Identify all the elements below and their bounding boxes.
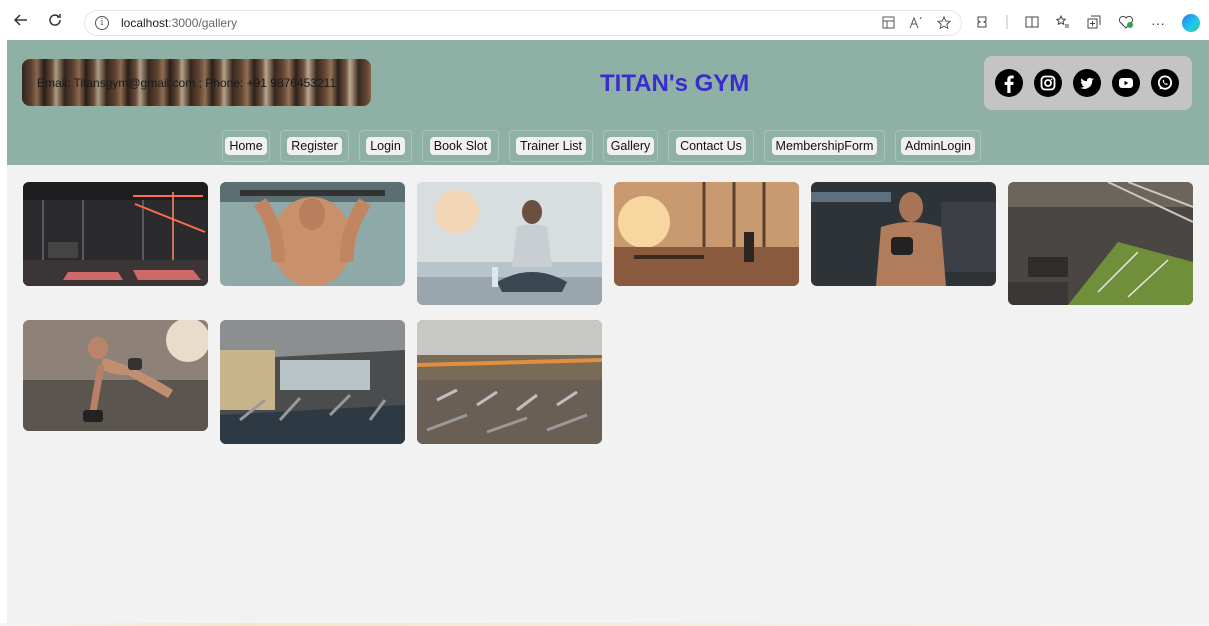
url-host: localhost (121, 16, 169, 30)
favorites-icon[interactable] (1055, 14, 1070, 32)
nav-home-label: Home (225, 137, 267, 155)
gallery-image[interactable] (1008, 182, 1193, 305)
contact-text: Email: Titansgym@gmail.com ; Phone: +91 … (37, 75, 337, 90)
whatsapp-icon[interactable] (1151, 69, 1179, 97)
gallery-image[interactable] (220, 182, 405, 286)
favorite-star-icon[interactable] (936, 15, 952, 33)
address-bar[interactable]: i localhost:3000/gallery (84, 10, 962, 36)
toolbar-divider (1006, 14, 1008, 32)
nav-register[interactable]: Register (280, 130, 349, 162)
contact-banner: Email: Titansgym@gmail.com ; Phone: +91 … (22, 59, 371, 106)
twitter-icon[interactable] (1073, 69, 1101, 97)
nav-contact-us-label: Contact Us (676, 137, 746, 155)
nav-login[interactable]: Login (359, 130, 412, 162)
refresh-icon[interactable] (42, 7, 68, 33)
read-aloud-icon[interactable] (909, 16, 923, 32)
gallery-image[interactable] (23, 182, 208, 286)
nav-trainer-list[interactable]: Trainer List (509, 130, 593, 162)
url-path: :3000/gallery (168, 16, 238, 30)
browser-toolbar: i localhost:3000/gallery ··· (0, 0, 1209, 40)
nav-membership-form[interactable]: MembershipForm (764, 130, 885, 162)
nav-membership-form-label: MembershipForm (771, 137, 878, 155)
back-arrow-icon[interactable] (8, 7, 34, 33)
split-screen-icon[interactable] (1025, 15, 1039, 32)
app-available-icon[interactable] (882, 16, 895, 32)
gallery-image[interactable] (417, 182, 602, 305)
brand-title: TITAN's GYM (600, 70, 750, 97)
collections-icon[interactable] (1087, 15, 1101, 32)
social-links (984, 56, 1192, 110)
youtube-icon[interactable] (1112, 69, 1140, 97)
gallery-image[interactable] (417, 320, 602, 444)
facebook-icon[interactable] (995, 69, 1023, 97)
nav-gallery-label: Gallery (606, 137, 655, 155)
nav-register-label: Register (287, 137, 342, 155)
nav-login-label: Login (366, 137, 405, 155)
nav-book-slot-label: Book Slot (429, 137, 492, 155)
gallery-image[interactable] (23, 320, 208, 431)
url-text: localhost:3000/gallery (121, 16, 237, 30)
gallery-image[interactable] (220, 320, 405, 444)
more-options-icon[interactable]: ··· (1151, 15, 1165, 31)
instagram-icon[interactable] (1034, 69, 1062, 97)
info-icon[interactable]: i (95, 16, 109, 30)
nav-gallery[interactable]: Gallery (603, 130, 658, 162)
gallery-image[interactable] (614, 182, 799, 286)
extensions-icon[interactable] (975, 15, 989, 32)
page-content: Email: Titansgym@gmail.com ; Phone: +91 … (7, 40, 1209, 623)
nav-home[interactable]: Home (222, 130, 270, 162)
site-header: Email: Titansgym@gmail.com ; Phone: +91 … (7, 40, 1209, 165)
gallery-image[interactable] (811, 182, 996, 286)
nav-contact-us[interactable]: Contact Us (668, 130, 754, 162)
main-nav: Home Register Login Book Slot Trainer Li… (222, 130, 991, 162)
nav-book-slot[interactable]: Book Slot (422, 130, 499, 162)
copilot-icon[interactable] (1182, 14, 1200, 32)
nav-trainer-list-label: Trainer List (515, 137, 587, 155)
nav-admin-login-label: AdminLogin (900, 137, 975, 155)
nav-admin-login[interactable]: AdminLogin (895, 130, 981, 162)
health-icon[interactable] (1118, 15, 1134, 32)
